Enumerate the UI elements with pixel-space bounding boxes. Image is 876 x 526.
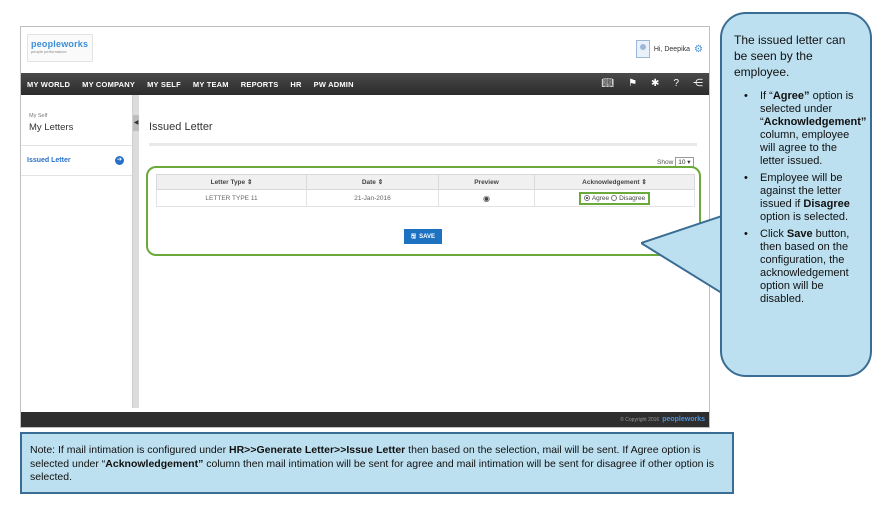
sidebar-divider	[21, 145, 132, 146]
gear-icon[interactable]: ⚙	[694, 44, 703, 55]
callout-intro: The issued letter can be seen by the emp…	[734, 33, 846, 79]
instruction-callout: The issued letter can be seen by the emp…	[720, 12, 872, 377]
bullet-bold: Save	[786, 228, 813, 240]
sidebar-item-issued-letter[interactable]: Issued Letter	[27, 157, 71, 164]
breadcrumb[interactable]: My Self	[29, 113, 47, 119]
disagree-radio[interactable]	[611, 195, 618, 201]
top-bar: peopleworks people performance Hi, Deepi…	[21, 27, 709, 72]
callout-bullet-agree: If “Agree” option is selected under “Ack…	[734, 90, 866, 168]
show-label: Show	[657, 158, 674, 166]
cell-acknowledgement: Agree Disagree	[534, 189, 695, 207]
main-content: Issued Letter Show 10 ▾ Letter Type ⇕ Da…	[139, 95, 709, 408]
footer-bar: © Copyright 2016 peopleworks	[21, 412, 709, 427]
company-logo[interactable]: peopleworks people performance	[27, 34, 93, 62]
nav-my-world[interactable]: MY WORLD	[21, 80, 76, 89]
acknowledgement-options-highlight: Agree Disagree	[578, 191, 651, 205]
logo-tagline: people performance	[31, 49, 67, 54]
page-size-value: 10	[678, 159, 686, 166]
bullet-text: Click	[760, 228, 787, 240]
avatar[interactable]	[635, 40, 650, 58]
app-window: peopleworks people performance Hi, Deepi…	[20, 26, 710, 428]
nav-hr[interactable]: HR	[284, 80, 307, 89]
logo-text: peopleworks	[31, 39, 89, 49]
callout-bullets: If “Agree” option is selected under “Ack…	[734, 90, 866, 306]
bullet-text: If “	[760, 90, 773, 102]
share-icon[interactable]: ⋲	[693, 73, 703, 95]
callout-bullet-save: Click Save button, then based on the con…	[734, 228, 858, 306]
bullet-bold: Acknowledgement”	[763, 116, 867, 128]
chevron-right-icon[interactable]: ➔	[115, 156, 124, 165]
save-label: SAVE	[419, 233, 436, 240]
cell-date: 21-Jan-2016	[306, 189, 439, 207]
user-menu[interactable]: Hi, Deepika ⚙	[635, 39, 703, 59]
column-header-letter-type[interactable]: Letter Type ⇕	[156, 174, 307, 190]
save-button[interactable]: 🖫 SAVE	[404, 229, 442, 244]
note-text: Note: If mail intimation is configured u…	[30, 444, 230, 456]
mail-intimation-note: Note: If mail intimation is configured u…	[20, 432, 734, 494]
nav-reports[interactable]: REPORTS	[235, 80, 285, 89]
footer-copyright: © Copyright 2016 peopleworks	[620, 416, 705, 423]
note-bold: HR>>Generate Letter>>Issue Letter	[229, 444, 406, 456]
column-header-acknowledgement[interactable]: Acknowledgement ⇕	[534, 174, 695, 190]
agree-label[interactable]: Agree	[592, 195, 609, 202]
help-icon[interactable]: ?	[673, 73, 679, 95]
callout-pointer	[641, 215, 725, 297]
bullet-bold: Disagree	[803, 198, 850, 210]
title-divider	[149, 143, 697, 146]
note-bold: Acknowledgement”	[105, 457, 204, 470]
page-title: Issued Letter	[149, 121, 213, 133]
sidebar-divider	[21, 175, 132, 176]
book-icon[interactable]: 📖︎	[601, 73, 614, 95]
letters-panel-highlight: Letter Type ⇕ Date ⇕ Preview Acknowledge…	[146, 166, 701, 256]
callout-bullet-disagree: Employee will be against the letter issu…	[734, 172, 858, 224]
save-icon: 🖫	[410, 233, 417, 240]
disagree-label[interactable]: Disagree	[619, 195, 645, 202]
nav-my-company[interactable]: MY COMPANY	[76, 80, 141, 89]
nav-icon-group: 📖︎ ⚑ ✱ ? ⋲	[601, 73, 703, 95]
screenshot-stage: peopleworks people performance Hi, Deepi…	[0, 0, 876, 526]
user-greeting: Hi, Deepika	[653, 45, 691, 53]
sidebar: My Self My Letters Issued Letter ➔	[21, 95, 133, 408]
cell-letter-type: LETTER TYPE 11	[156, 189, 307, 207]
sidebar-section-title: My Letters	[29, 122, 74, 133]
bullet-text: column, employee will agree to the lette…	[760, 129, 850, 167]
table-header-row: Letter Type ⇕ Date ⇕ Preview Acknowledge…	[156, 174, 695, 190]
eye-icon[interactable]: ◉	[483, 194, 490, 203]
column-header-date[interactable]: Date ⇕	[306, 174, 439, 190]
cell-preview: ◉	[438, 189, 535, 207]
bullet-text: option is selected.	[760, 211, 849, 223]
main-navbar: MY WORLD MY COMPANY MY SELF MY TEAM REPO…	[21, 73, 709, 95]
footer-logo: peopleworks	[662, 416, 705, 423]
agree-radio[interactable]	[583, 195, 590, 201]
bullet-bold: Agree”	[772, 90, 810, 102]
nav-my-team[interactable]: MY TEAM	[187, 80, 235, 89]
nav-pw-admin[interactable]: PW ADMIN	[308, 80, 360, 89]
tools-icon[interactable]: ✱	[651, 73, 659, 95]
copyright-text: © Copyright 2016	[620, 416, 660, 423]
column-header-preview: Preview	[438, 174, 535, 190]
flag-icon[interactable]: ⚑	[628, 73, 637, 95]
nav-my-self[interactable]: MY SELF	[141, 80, 187, 89]
table-row: LETTER TYPE 11 21-Jan-2016 ◉ Agree Disag…	[156, 189, 695, 207]
issued-letters-table: Letter Type ⇕ Date ⇕ Preview Acknowledge…	[156, 174, 695, 207]
